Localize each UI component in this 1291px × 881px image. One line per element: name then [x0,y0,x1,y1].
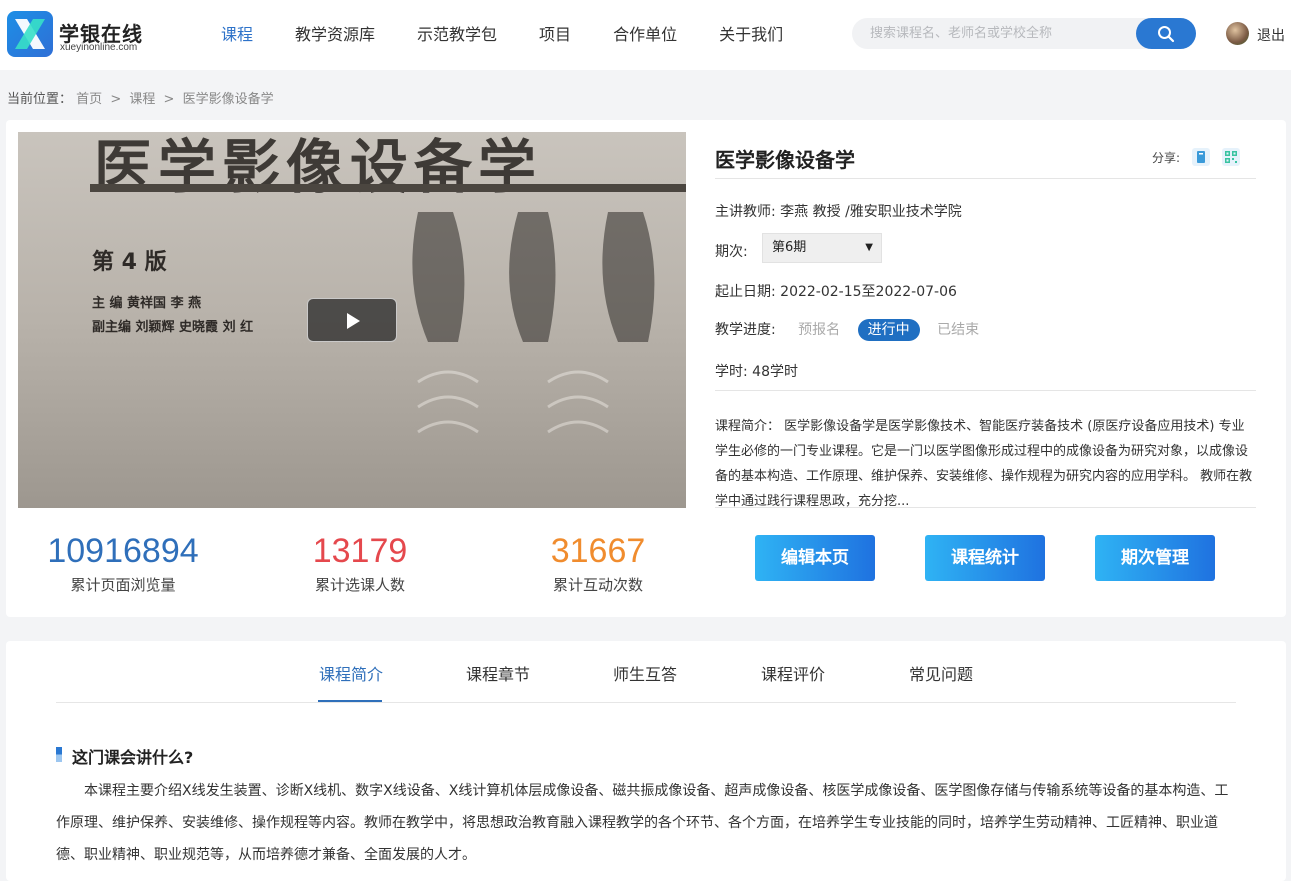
course-tabs: 课程简介 课程章节 师生互答 课程评价 常见问题 [56,641,1236,703]
divider [715,507,1256,508]
dates-value: 2022-02-15至2022-07-06 [780,284,957,300]
xray-illustration [412,212,655,434]
nav-item-courses[interactable]: 课程 [200,0,274,70]
play-button[interactable] [307,298,397,342]
course-title: 医学影像设备学 [715,148,855,172]
chevron-down-icon: ▼ [865,242,873,253]
term-management-button[interactable]: 期次管理 [1095,535,1215,581]
stat-page-views: 10916894 累计页面浏览量 [38,530,208,595]
cover-edition: 第 4 版 [92,250,167,275]
breadcrumb: 当前位置： 首页 > 课程 > 医学影像设备学 [7,88,274,107]
stat-value: 13179 [312,532,408,570]
qr-code-icon[interactable] [1222,148,1240,166]
progress-state-ended: 已结束 [937,322,980,338]
term-row: 期次: 第6期 ▼ [715,233,1015,263]
share-bar: 分享: [1152,148,1240,166]
stat-label: 累计选课人数 [314,576,405,594]
course-intro: 课程简介： 医学影像设备学是医学影像技术、智能医疗装备技术 (原医疗设备应用技术… [715,414,1256,514]
progress-row: 教学进度: 预报名 进行中 已结束 [715,319,992,341]
progress-state-ongoing: 进行中 [857,319,920,341]
search-icon [1158,26,1175,43]
intro-text: 医学影像设备学是医学影像技术、智能医疗装备技术 (原医疗设备应用技术) 专业学生… [715,419,1253,509]
stat-value: 10916894 [47,532,199,570]
course-stats: 10916894 累计页面浏览量 13179 累计选课人数 31667 累计互动… [18,530,686,600]
cover-editors-line: 副主编 刘颖辉 史晓霞 刘 红 [92,320,254,335]
stat-label: 累计互动次数 [552,576,643,594]
dates-label: 起止日期: [715,284,776,300]
teacher-value: 李燕 教授 /雅安职业技术学院 [780,204,962,220]
breadcrumb-separator: > [110,92,122,107]
breadcrumb-home[interactable]: 首页 [76,92,102,107]
breadcrumb-separator: > [163,92,175,107]
progress-states: 预报名 进行中 已结束 [788,319,992,341]
logo-icon[interactable] [7,11,53,57]
tab-intro[interactable]: 课程简介 [319,661,383,685]
avatar[interactable] [1226,22,1249,45]
nav-item-projects[interactable]: 项目 [518,0,592,70]
stat-label: 累计页面浏览量 [70,576,176,594]
divider [715,178,1256,179]
play-icon [347,313,360,329]
share-label: 分享: [1151,150,1180,165]
search-button[interactable] [1136,18,1196,49]
nav-item-resources[interactable]: 教学资源库 [274,0,396,70]
search-input[interactable] [870,18,1130,49]
tab-qa[interactable]: 师生互答 [613,661,677,685]
nav-item-about[interactable]: 关于我们 [698,0,804,70]
term-select-value: 第6期 [772,240,807,255]
bookmark-icon[interactable] [1192,148,1210,166]
section-body: 本课程主要介绍X线发生装置、诊断X线机、数字X线设备、X线计算机体层成像设备、磁… [56,783,1229,863]
tab-chapters[interactable]: 课程章节 [466,661,530,685]
main-nav: 课程 教学资源库 示范教学包 项目 合作单位 关于我们 [200,0,804,70]
logo-subtitle: xueyinonline.com [60,42,138,53]
edit-page-button[interactable]: 编辑本页 [755,535,875,581]
intro-label: 课程简介： [715,419,781,434]
cover-book-title: 医学影像设备学 [94,133,543,201]
nav-item-partners[interactable]: 合作单位 [592,0,698,70]
hours-label: 学时: [715,364,748,380]
hours-value: 48学时 [752,364,798,380]
cover-rule [90,184,686,192]
term-select[interactable]: 第6期 ▼ [762,233,882,263]
term-label: 期次: [715,244,748,260]
stat-enrollments: 13179 累计选课人数 [280,530,440,595]
teacher-label: 主讲教师: [715,204,776,220]
tab-faq[interactable]: 常见问题 [909,661,973,685]
stat-interactions: 31667 累计互动次数 [518,530,678,595]
top-header: 学银在线 xueyinonline.com 课程 教学资源库 示范教学包 项目 … [0,0,1291,70]
course-card: 医学影像设备学 第 4 版 主 编 黄祥国 李 燕 副主编 刘颖辉 史晓霞 刘 … [6,120,1286,617]
progress-state-enrolling: 预报名 [798,322,841,338]
stat-value: 31667 [550,532,646,570]
breadcrumb-courses[interactable]: 课程 [129,92,155,107]
breadcrumb-prefix: 当前位置： [7,92,73,107]
course-stats-button[interactable]: 课程统计 [925,535,1045,581]
dates-row: 起止日期: 2022-02-15至2022-07-06 [715,281,957,301]
progress-label: 教学进度: [715,322,776,338]
cover-editors: 主 编 黄祥国 李 燕 副主编 刘颖辉 史晓霞 刘 红 [92,292,253,340]
nav-item-demo-packages[interactable]: 示范教学包 [396,0,518,70]
search-box [852,18,1196,49]
tab-reviews[interactable]: 课程评价 [761,661,825,685]
logout-link[interactable]: 退出 [1257,25,1285,45]
hours-row: 学时: 48学时 [715,361,798,381]
course-cover-video[interactable]: 医学影像设备学 第 4 版 主 编 黄祥国 李 燕 副主编 刘颖辉 史晓霞 刘 … [18,132,686,508]
course-detail-card: 课程简介 课程章节 师生互答 课程评价 常见问题 这门课会讲什么? 本课程主要介… [6,641,1286,881]
cover-editors-line: 主 编 黄祥国 李 燕 [92,296,202,311]
section-title: 这门课会讲什么? [56,744,193,768]
breadcrumb-current: 医学影像设备学 [182,92,274,107]
tab-active-indicator [318,700,382,702]
divider [715,390,1256,391]
teacher-row: 主讲教师: 李燕 教授 /雅安职业技术学院 [715,201,962,221]
